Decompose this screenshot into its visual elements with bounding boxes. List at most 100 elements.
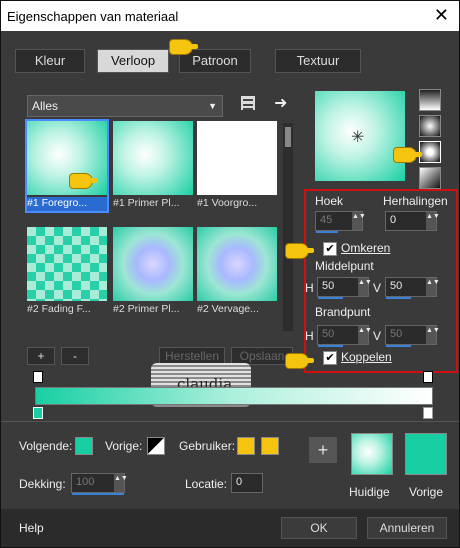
spinner-arrows-icon[interactable]: ▲▼ <box>426 278 440 296</box>
center-v-value: 50 <box>390 280 403 292</box>
pointer-icon <box>69 173 98 189</box>
separator <box>1 421 459 422</box>
user-color-button-2[interactable] <box>261 437 279 455</box>
prev-label: Vorige: <box>105 439 143 453</box>
remove-gradient-button[interactable]: - <box>61 347 89 365</box>
gradient-swatch <box>27 121 107 195</box>
gradient-tile[interactable]: #2 Vervage... <box>197 227 277 317</box>
style-radial-icon[interactable] <box>419 167 441 189</box>
user-label: Gebruiker: <box>179 439 236 453</box>
ramp-stop-left[interactable] <box>33 407 43 419</box>
gradient-ramp[interactable] <box>35 387 433 405</box>
previous-color-swatch[interactable] <box>405 433 447 475</box>
repeats-label: Herhalingen <box>383 194 448 208</box>
gradient-tile[interactable]: #1 Voorgro... <box>197 121 277 211</box>
ramp-stop-top-right[interactable] <box>423 371 433 383</box>
repeats-value: 0 <box>390 214 397 226</box>
gradient-tile-label: #2 Vervage... <box>197 303 259 315</box>
opacity-spinner[interactable]: 100 ▲▼ <box>71 473 128 495</box>
center-v-spinner[interactable]: 50 ▲▼ <box>385 277 440 299</box>
gradient-tile[interactable]: #1 Foregro... <box>25 119 109 213</box>
center-label: Middelpunt <box>315 259 374 273</box>
tab-textuur[interactable]: Textuur <box>275 49 361 73</box>
gradient-preview: ✳ <box>315 91 405 181</box>
angle-slider[interactable] <box>316 231 338 233</box>
scrollbar-thumb[interactable] <box>285 127 291 147</box>
spinner-arrows-icon[interactable]: ▲▼ <box>426 212 440 230</box>
center-h-value: 50 <box>322 280 335 292</box>
spinner-arrows-icon[interactable]: ▲▼ <box>358 278 372 296</box>
focal-v-label: V <box>373 329 382 343</box>
user-color-button[interactable] <box>237 437 255 455</box>
help-button[interactable]: Help <box>19 521 44 535</box>
pointer-icon <box>393 147 422 163</box>
center-h-spinner[interactable]: 50 ▲▼ <box>317 277 372 299</box>
gradient-swatch <box>27 227 107 301</box>
next-color-button[interactable] <box>75 437 93 455</box>
spinner-arrows-icon[interactable]: ▲▼ <box>352 212 366 230</box>
chevron-down-icon: ▼ <box>208 101 217 111</box>
style-sunburst-icon[interactable] <box>419 141 441 163</box>
gradient-swatch <box>197 227 277 301</box>
bottom-bar: Help OK Annuleren <box>1 509 459 547</box>
current-color-swatch[interactable] <box>351 433 393 475</box>
arrow-right-icon[interactable]: ➜ <box>274 93 287 113</box>
angle-label: Hoek <box>315 194 344 208</box>
invert-checkbox[interactable]: ✔ <box>323 242 337 256</box>
style-rectangular-icon[interactable] <box>419 115 441 137</box>
material-properties-dialog: Eigenschappen van materiaal ✕ Kleur Verl… <box>0 0 460 548</box>
opacity-label: Dekking: <box>19 477 66 491</box>
spinner-arrows-icon[interactable]: ▲▼ <box>426 326 440 344</box>
gradient-gallery: #1 Foregro... #1 Primer Pl... #1 Voorgro… <box>25 119 279 331</box>
spinner-arrows-icon[interactable]: ▲▼ <box>358 326 372 344</box>
gradient-swatch <box>113 121 193 195</box>
previous-label: Vorige <box>409 485 444 499</box>
gradient-tile-label: #1 Voorgro... <box>197 197 258 209</box>
next-label: Volgende: <box>19 439 73 453</box>
location-value: 0 <box>236 476 243 488</box>
gradient-tile[interactable]: #1 Primer Pl... <box>113 121 193 211</box>
gradient-tile-label: #1 Primer Pl... <box>113 197 180 209</box>
center-v-label: V <box>373 281 382 295</box>
center-point-icon[interactable]: ✳ <box>351 127 364 147</box>
gallery-scrollbar[interactable] <box>283 123 293 331</box>
link-label: Koppelen <box>341 350 392 364</box>
gradient-tile[interactable]: #2 Fading F... <box>27 227 107 317</box>
title-bar: Eigenschappen van materiaal ✕ <box>1 1 459 31</box>
location-field[interactable]: 0 <box>231 473 263 493</box>
ramp-stop-top-left[interactable] <box>33 371 43 383</box>
gallery-view-icon[interactable] <box>241 96 255 110</box>
spinner-arrows-icon[interactable]: ▲▼ <box>114 474 128 492</box>
opacity-slider[interactable] <box>72 493 124 495</box>
angle-value: 45 <box>320 214 333 226</box>
focal-h-value: 50 <box>322 328 335 340</box>
gradient-tile[interactable]: #2 Primer Pl... <box>113 227 193 317</box>
category-selected: Alles <box>32 99 59 113</box>
angle-spinner[interactable]: 45 ▲▼ <box>315 211 366 233</box>
close-icon[interactable]: ✕ <box>434 5 449 26</box>
focal-v-spinner[interactable]: 50 ▲▼ <box>385 325 440 347</box>
center-h-slider[interactable] <box>318 297 343 299</box>
category-dropdown[interactable]: Alles ▼ <box>27 95 223 117</box>
current-label: Huidige <box>349 485 390 499</box>
tab-verloop[interactable]: Verloop <box>97 49 169 73</box>
focal-h-slider[interactable] <box>318 345 343 347</box>
center-h-label: H <box>305 281 314 295</box>
ramp-stop-right[interactable] <box>423 407 433 419</box>
style-linear-icon[interactable] <box>419 89 441 111</box>
add-gradient-button[interactable]: + <box>27 347 55 365</box>
focal-label: Brandpunt <box>315 305 371 319</box>
center-v-slider[interactable] <box>386 297 411 299</box>
ok-button[interactable]: OK <box>281 517 357 539</box>
add-button[interactable]: + <box>309 437 337 463</box>
tab-kleur[interactable]: Kleur <box>15 49 85 73</box>
gradient-tile-label: #1 Foregro... <box>27 197 107 211</box>
repeats-spinner[interactable]: 0 ▲▼ <box>385 211 440 231</box>
link-checkbox[interactable]: ✔ <box>323 351 337 365</box>
prev-color-button[interactable] <box>147 437 165 455</box>
cancel-button[interactable]: Annuleren <box>367 517 447 539</box>
focal-v-slider[interactable] <box>386 345 411 347</box>
opacity-value: 100 <box>76 476 95 488</box>
focal-h-spinner[interactable]: 50 ▲▼ <box>317 325 372 347</box>
window-title: Eigenschappen van materiaal <box>7 9 179 24</box>
